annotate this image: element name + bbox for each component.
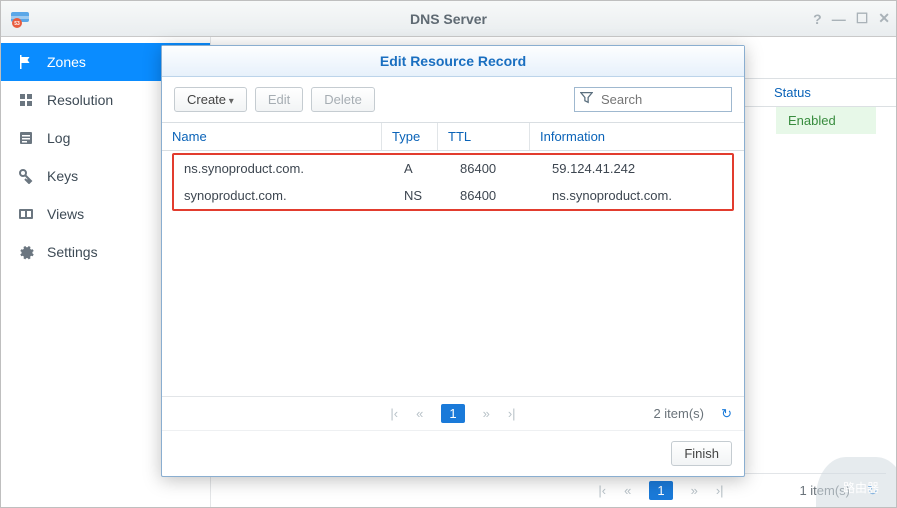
app-icon: 53 xyxy=(9,8,31,30)
pager-next-icon[interactable]: » xyxy=(691,483,698,498)
records-table: Name Type TTL Information ns.synoproduct… xyxy=(162,122,744,396)
title-bar: 53 DNS Server ? — ☐ ✕ xyxy=(1,1,896,37)
flag-icon xyxy=(17,53,35,71)
pager-current-page[interactable]: 1 xyxy=(649,481,672,500)
column-name[interactable]: Name xyxy=(162,123,382,150)
dialog-footer: Finish xyxy=(162,430,744,476)
pager-current-page[interactable]: 1 xyxy=(441,404,464,423)
sidebar-item-label: Log xyxy=(47,130,70,146)
column-information[interactable]: Information xyxy=(530,123,744,150)
create-dropdown-button[interactable]: Create xyxy=(174,87,247,112)
pager-prev-icon[interactable]: « xyxy=(416,406,423,421)
delete-button[interactable]: Delete xyxy=(311,87,375,112)
edit-resource-record-dialog: Edit Resource Record Create Edit Delete … xyxy=(161,45,745,477)
filter-icon xyxy=(580,91,593,109)
resolution-icon xyxy=(17,91,35,109)
search-input[interactable] xyxy=(574,87,732,112)
refresh-icon[interactable]: ↻ xyxy=(721,406,732,422)
cell-name: ns.synoproduct.com. xyxy=(174,155,394,182)
pager-item-count: 1 item(s) xyxy=(799,483,850,498)
window-title: DNS Server xyxy=(1,11,896,27)
svg-text:53: 53 xyxy=(14,21,20,27)
cell-name: synoproduct.com. xyxy=(174,182,394,209)
sidebar-item-label: Keys xyxy=(47,168,78,184)
highlight-annotation: ns.synoproduct.com. A 86400 59.124.41.24… xyxy=(172,153,734,211)
minimize-button[interactable]: — xyxy=(832,11,846,27)
app-window: 53 DNS Server ? — ☐ ✕ Zones Resolution L… xyxy=(0,0,897,508)
pager-item-count: 2 item(s) xyxy=(653,406,704,421)
pager-next-icon[interactable]: » xyxy=(483,406,490,421)
edit-button[interactable]: Edit xyxy=(255,87,303,112)
pager-first-icon[interactable]: |‹ xyxy=(598,483,606,498)
cell-ttl: 86400 xyxy=(450,182,542,209)
cell-type: A xyxy=(394,155,450,182)
status-cell: Enabled xyxy=(776,107,876,134)
key-icon xyxy=(17,167,35,185)
refresh-icon[interactable]: ↻ xyxy=(867,483,878,499)
pager-last-icon[interactable]: ›| xyxy=(716,483,724,498)
table-row[interactable]: synoproduct.com. NS 86400 ns.synoproduct… xyxy=(174,182,732,209)
sidebar-item-label: Settings xyxy=(47,244,98,260)
pager-last-icon[interactable]: ›| xyxy=(508,406,516,421)
column-status[interactable]: Status xyxy=(762,85,862,100)
cell-info: 59.124.41.242 xyxy=(542,155,732,182)
main-pager: |‹ « 1 » ›| 1 item(s) ↻ xyxy=(436,473,886,501)
dialog-pager: |‹ « 1 » ›| 2 item(s) ↻ xyxy=(162,396,744,430)
table-row[interactable]: ns.synoproduct.com. A 86400 59.124.41.24… xyxy=(174,155,732,182)
cell-ttl: 86400 xyxy=(450,155,542,182)
close-button[interactable]: ✕ xyxy=(878,10,890,27)
dialog-toolbar: Create Edit Delete xyxy=(162,77,744,122)
pager-first-icon[interactable]: |‹ xyxy=(390,406,398,421)
pager-prev-icon[interactable]: « xyxy=(624,483,631,498)
cell-info: ns.synoproduct.com. xyxy=(542,182,732,209)
gear-icon xyxy=(17,243,35,261)
dialog-title: Edit Resource Record xyxy=(162,46,744,77)
views-icon xyxy=(17,205,35,223)
cell-type: NS xyxy=(394,182,450,209)
help-button[interactable]: ? xyxy=(813,11,822,27)
column-ttl[interactable]: TTL xyxy=(438,123,530,150)
column-type[interactable]: Type xyxy=(382,123,438,150)
log-icon xyxy=(17,129,35,147)
sidebar-item-label: Views xyxy=(47,206,84,222)
finish-button[interactable]: Finish xyxy=(671,441,732,466)
maximize-button[interactable]: ☐ xyxy=(856,10,869,27)
table-header: Name Type TTL Information xyxy=(162,122,744,151)
sidebar-item-label: Zones xyxy=(47,54,86,70)
sidebar-item-label: Resolution xyxy=(47,92,113,108)
